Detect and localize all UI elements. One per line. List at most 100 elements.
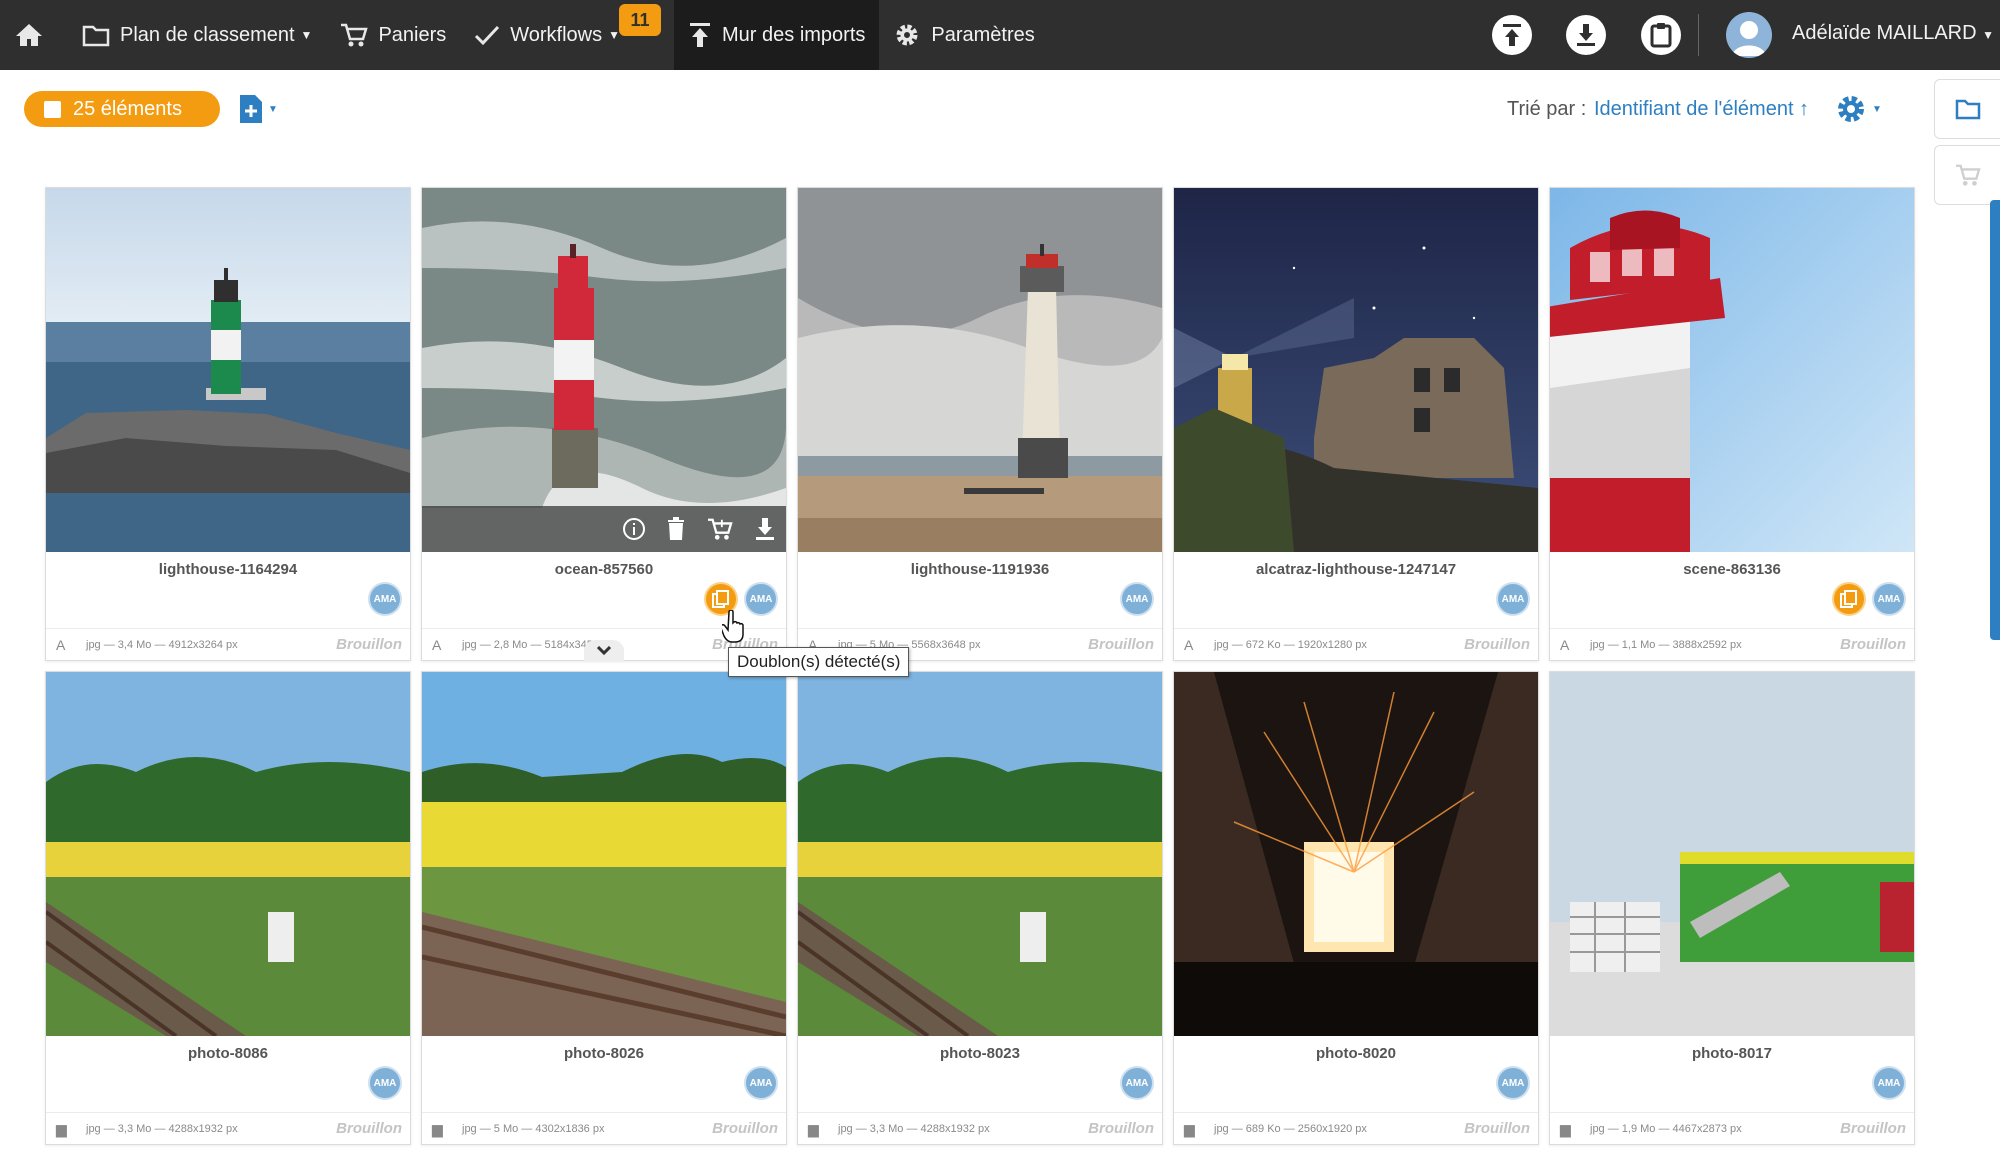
asset-card[interactable]: photo-8023 AMA ▆ jpg — 3,3 Mo — 4288x193… xyxy=(797,671,1163,1145)
asset-status: Brouillon xyxy=(1464,1120,1530,1137)
chevron-down-icon: ▼ xyxy=(268,103,278,115)
user-icon xyxy=(1732,21,1766,56)
asset-footer: ▆ jpg — 5 Mo — 4302x1836 px Brouillon xyxy=(422,1112,786,1144)
asset-name[interactable]: photo-8026 xyxy=(422,1045,786,1062)
asset-meta: jpg — 3,3 Mo — 4288x1932 px xyxy=(86,1123,238,1135)
asset-card[interactable]: ocean-857560 AMA A jpg — 2,8 Mo — 5184x3… xyxy=(421,187,787,662)
asset-thumbnail[interactable] xyxy=(1174,672,1538,1036)
asset-name[interactable]: lighthouse-1191936 xyxy=(798,561,1162,578)
asset-card[interactable]: lighthouse-1191936 AMA A jpg — 5 Mo — 55… xyxy=(797,187,1163,661)
asset-thumbnail[interactable] xyxy=(422,188,786,552)
nav-paniers[interactable]: Paniers xyxy=(326,0,460,70)
download-button[interactable] xyxy=(1566,15,1606,55)
asset-meta: jpg — 3,4 Mo — 4912x3264 px xyxy=(86,639,238,651)
chevron-down-icon: ▼ xyxy=(1982,28,1994,42)
download-icon xyxy=(1577,24,1595,46)
owner-avatar: AMA xyxy=(368,1066,402,1100)
asset-footer: ▆ jpg — 3,3 Mo — 4288x1932 px Brouillon xyxy=(46,1112,410,1144)
cart-icon xyxy=(340,22,369,48)
image-type-icon: ▆ xyxy=(56,1121,67,1137)
download-icon[interactable] xyxy=(754,517,776,541)
text-type-icon: A xyxy=(56,637,66,653)
asset-status: Brouillon xyxy=(336,636,402,653)
asset-status: Brouillon xyxy=(336,1120,402,1137)
asset-card[interactable]: photo-8017 AMA ▆ jpg — 1,9 Mo — 4467x287… xyxy=(1549,671,1915,1145)
asset-thumbnail[interactable] xyxy=(798,188,1162,552)
chevron-down-icon xyxy=(597,646,611,656)
user-menu[interactable]: Adélaïde MAILLARD ▼ xyxy=(1792,22,1994,45)
asset-status: Brouillon xyxy=(1464,636,1530,653)
asset-meta: jpg — 689 Ko — 2560x1920 px xyxy=(1214,1123,1367,1135)
asset-card[interactable]: lighthouse-1164294 AMA A jpg — 3,4 Mo — … xyxy=(45,187,411,661)
chevron-down-icon: ▼ xyxy=(300,28,313,42)
asset-thumbnail[interactable] xyxy=(422,672,786,1036)
side-tab-folders[interactable] xyxy=(1934,79,2000,139)
duplicate-detected-button[interactable] xyxy=(1832,582,1866,616)
nav-parametres[interactable]: Paramètres xyxy=(879,0,1048,70)
text-type-icon: A xyxy=(432,637,442,653)
nav-plan-de-classement[interactable]: Plan de classement ▼ xyxy=(68,0,326,70)
trash-icon[interactable] xyxy=(666,517,686,541)
asset-footer: ▆ jpg — 689 Ko — 2560x1920 px Brouillon xyxy=(1174,1112,1538,1144)
text-type-icon: A xyxy=(1184,637,1194,653)
add-document-button[interactable]: ▼ xyxy=(238,93,278,125)
asset-name[interactable]: scene-863136 xyxy=(1550,561,1914,578)
upload-button[interactable] xyxy=(1492,15,1532,55)
asset-card[interactable]: photo-8020 AMA ▆ jpg — 689 Ko — 2560x192… xyxy=(1173,671,1539,1145)
home-button[interactable] xyxy=(0,0,68,70)
asset-card[interactable]: photo-8026 AMA ▆ jpg — 5 Mo — 4302x1836 … xyxy=(421,671,787,1145)
asset-status: Brouillon xyxy=(1840,1120,1906,1137)
expand-button[interactable] xyxy=(584,640,624,662)
user-name: Adélaïde MAILLARD xyxy=(1792,22,1977,44)
home-icon xyxy=(14,22,44,48)
folder-icon xyxy=(82,23,110,47)
asset-footer: A jpg — 672 Ko — 1920x1280 px Brouillon xyxy=(1174,628,1538,660)
info-icon[interactable] xyxy=(622,517,646,541)
asset-card[interactable]: photo-8086 AMA ▆ jpg — 3,3 Mo — 4288x193… xyxy=(45,671,411,1145)
nav-mur-des-imports[interactable]: Mur des imports xyxy=(674,0,880,70)
scrollbar[interactable] xyxy=(1990,200,2000,640)
side-tab-cart[interactable] xyxy=(1934,145,2000,205)
asset-thumbnail[interactable] xyxy=(1550,188,1914,552)
owner-avatar: AMA xyxy=(1496,582,1530,616)
asset-name[interactable]: ocean-857560 xyxy=(422,561,786,578)
asset-thumbnail[interactable] xyxy=(798,672,1162,1036)
owner-avatar: AMA xyxy=(1120,1066,1154,1100)
owner-avatar: AMA xyxy=(1120,582,1154,616)
asset-thumbnail[interactable] xyxy=(46,672,410,1036)
select-all-checkbox[interactable] xyxy=(44,100,61,118)
nav-parametres-label: Paramètres xyxy=(931,23,1035,46)
asset-card[interactable]: alcatraz-lighthouse-1247147 AMA A jpg — … xyxy=(1173,187,1539,661)
text-type-icon: A xyxy=(1560,637,1570,653)
select-all-button[interactable]: 25 éléments xyxy=(24,91,220,127)
top-navigation-bar: Plan de classement ▼ Paniers Workflows ▼… xyxy=(0,0,2000,70)
toolbar-divider xyxy=(1698,14,1699,56)
user-avatar[interactable] xyxy=(1726,12,1772,58)
owner-avatar: AMA xyxy=(1872,582,1906,616)
owner-avatar: AMA xyxy=(1496,1066,1530,1100)
clipboard-icon xyxy=(1650,23,1672,48)
asset-status: Brouillon xyxy=(1088,636,1154,653)
asset-card[interactable]: scene-863136 AMA A jpg — 1,1 Mo — 3888x2… xyxy=(1549,187,1915,661)
asset-name[interactable]: photo-8086 xyxy=(46,1045,410,1062)
asset-name[interactable]: photo-8017 xyxy=(1550,1045,1914,1062)
image-type-icon: ▆ xyxy=(1184,1121,1195,1137)
sort-field-link[interactable]: Identifiant de l'élément ↑ xyxy=(1594,98,1809,121)
asset-thumbnail[interactable] xyxy=(1174,188,1538,552)
asset-name[interactable]: photo-8020 xyxy=(1174,1045,1538,1062)
asset-name[interactable]: alcatraz-lighthouse-1247147 xyxy=(1174,561,1538,578)
asset-thumbnail[interactable] xyxy=(1550,672,1914,1036)
add-to-cart-icon[interactable] xyxy=(706,517,734,541)
gear-icon xyxy=(893,21,921,49)
clipboard-button[interactable] xyxy=(1641,15,1681,55)
asset-name[interactable]: photo-8023 xyxy=(798,1045,1162,1062)
image-type-icon: ▆ xyxy=(808,1121,819,1137)
display-settings-button[interactable]: ▼ xyxy=(1834,92,1882,126)
asset-footer: ▆ jpg — 1,9 Mo — 4467x2873 px Brouillon xyxy=(1550,1112,1914,1144)
asset-footer: ▆ jpg — 3,3 Mo — 4288x1932 px Brouillon xyxy=(798,1112,1162,1144)
nav-workflows[interactable]: Workflows ▼ xyxy=(460,0,634,70)
upload-icon xyxy=(688,22,712,48)
asset-thumbnail[interactable] xyxy=(46,188,410,552)
element-count: 25 éléments xyxy=(73,97,182,120)
asset-name[interactable]: lighthouse-1164294 xyxy=(46,561,410,578)
